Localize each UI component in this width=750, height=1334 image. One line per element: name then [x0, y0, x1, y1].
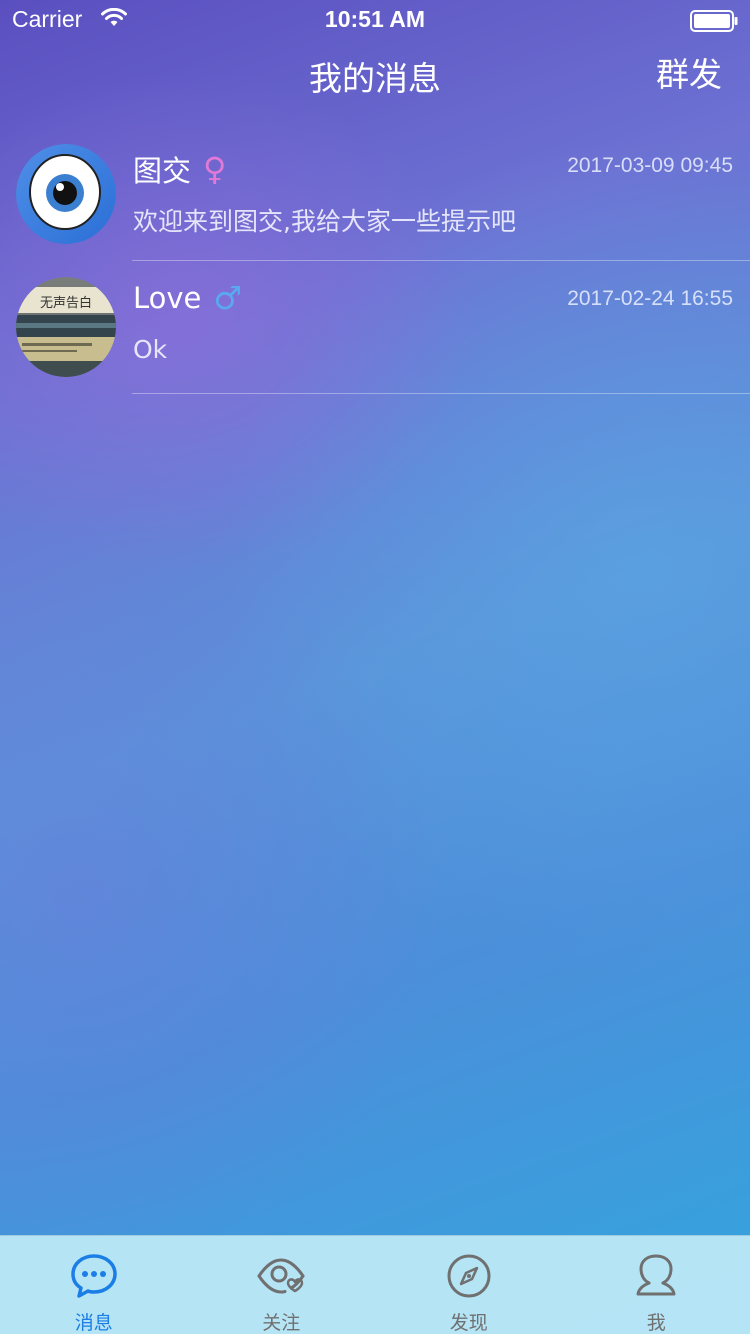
eye-heart-icon: [257, 1258, 306, 1294]
message-time: 2017-02-24 16:55: [567, 287, 733, 310]
chat-bubble-icon: [71, 1254, 117, 1298]
page-title: 我的消息: [309, 59, 441, 98]
tab-label: 发现: [449, 1312, 488, 1334]
female-icon: ♀: [203, 150, 227, 188]
screen: Carrier 10:51 AM 我的消息 群发 图交 ♀ 2017-03-09…: [0, 0, 750, 1334]
tab-follow[interactable]: 关注: [188, 1236, 376, 1334]
divider: [132, 393, 750, 394]
message-row[interactable]: 图交 ♀ 2017-03-09 09:45 欢迎来到图交,我给大家一些提示吧: [0, 128, 750, 261]
tab-me[interactable]: 我: [563, 1236, 750, 1334]
status-bar: Carrier 10:51 AM: [0, 0, 750, 40]
message-preview: 欢迎来到图交,我给大家一些提示吧: [133, 207, 516, 236]
person-icon: [636, 1254, 676, 1296]
book-photo-icon: 无声告白: [16, 277, 116, 377]
compass-icon: [447, 1254, 491, 1298]
message-time: 2017-03-09 09:45: [567, 154, 733, 177]
contact-name: Love: [133, 281, 202, 315]
contact-name: 图交: [133, 154, 192, 188]
group-send-button[interactable]: 群发: [656, 48, 722, 96]
clock: 10:51 AM: [324, 6, 426, 32]
male-icon: ♂: [213, 279, 243, 317]
message-preview: Ok: [133, 335, 168, 364]
name-line: Love ♂: [133, 281, 242, 315]
battery-icon: [690, 10, 738, 32]
tab-discover[interactable]: 发现: [375, 1236, 563, 1334]
tab-label: 消息: [74, 1312, 113, 1334]
tab-label: 关注: [262, 1312, 301, 1334]
message-row[interactable]: 无声告白 Love ♂ 2017-02-24 16:55 Ok: [0, 261, 750, 394]
name-line: 图交 ♀: [133, 148, 226, 190]
tab-bar: 消息 关注 发现 我: [0, 1235, 750, 1334]
tab-messages[interactable]: 消息: [0, 1236, 188, 1334]
avatar[interactable]: [16, 144, 116, 244]
book-title-text: 无声告白: [40, 295, 92, 311]
eye-logo-icon: [16, 144, 116, 244]
tab-label: 我: [646, 1312, 666, 1334]
avatar[interactable]: 无声告白: [16, 277, 116, 377]
